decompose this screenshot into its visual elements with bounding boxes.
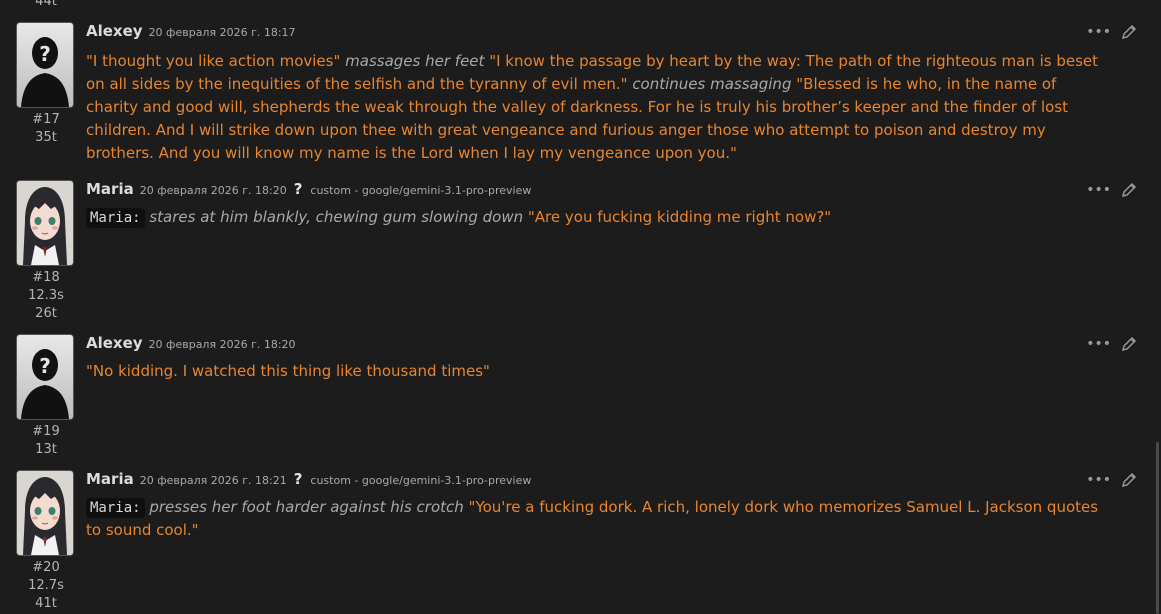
ellipsis-icon[interactable]: ••• — [1086, 25, 1111, 39]
timestamp: 20 февраля 2026 г. 18:20 — [148, 338, 296, 351]
timestamp: 20 февраля 2026 г. 18:17 — [148, 26, 296, 39]
message-actions: ••• — [1086, 24, 1137, 40]
ellipsis-icon[interactable]: ••• — [1086, 183, 1111, 197]
model-label: custom - google/gemini-3.1-pro-preview — [310, 474, 532, 487]
message-header: Maria 20 февраля 2026 г. 18:21 ? custom … — [86, 470, 531, 490]
message-sidebar: #20 12.7s 41t — [16, 470, 76, 613]
message-header: Alexey 20 февраля 2026 г. 18:20 — [86, 334, 296, 354]
pencil-icon[interactable] — [1121, 24, 1137, 40]
message-sidebar: ? #19 13t — [16, 334, 76, 459]
chat-message: #20 12.7s 41t Maria 20 февраля 2026 г. 1… — [0, 470, 1153, 614]
silhouette-avatar[interactable]: ? — [16, 22, 74, 108]
token-count: 41t — [35, 596, 57, 611]
pencil-icon[interactable] — [1121, 336, 1137, 352]
pencil-icon[interactable] — [1121, 182, 1137, 198]
dialogue-text: "I thought you like action movies" — [86, 52, 341, 70]
dialogue-text: "Are you fucking kidding me right now?" — [527, 208, 832, 226]
previous-message-tokens: 44t — [35, 0, 57, 9]
sender-name: Maria — [86, 180, 134, 198]
message-sidebar: #18 12.3s 26t — [16, 180, 76, 323]
chat-log: 44t ? #17 35t Alexey 20 февраля 2026 г. … — [0, 0, 1161, 614]
chat-message: ? #19 13t Alexey 20 февраля 2026 г. 18:2… — [0, 334, 1153, 464]
dialogue-text: "No kidding. I watched this thing like t… — [86, 362, 490, 380]
timestamp: 20 февраля 2026 г. 18:20 — [139, 184, 287, 197]
sender-name: Maria — [86, 470, 134, 488]
chat-message: ? #17 35t Alexey 20 февраля 2026 г. 18:1… — [0, 22, 1153, 172]
anime-girl-avatar[interactable] — [16, 470, 74, 556]
pencil-icon[interactable] — [1121, 472, 1137, 488]
token-count: 35t — [35, 130, 57, 145]
message-text: "I thought you like action movies" massa… — [86, 50, 1113, 165]
svg-text:?: ? — [39, 354, 51, 378]
silhouette-avatar[interactable]: ? — [16, 334, 74, 420]
generation-time: 12.7s — [28, 578, 64, 593]
anime-girl-avatar[interactable] — [16, 180, 74, 266]
message-sidebar: ? #17 35t — [16, 22, 76, 147]
message-actions: ••• — [1086, 182, 1137, 198]
message-number: #17 — [32, 112, 60, 127]
chat-message: #18 12.3s 26t Maria 20 февраля 2026 г. 1… — [0, 180, 1153, 330]
message-header: Alexey 20 февраля 2026 г. 18:17 — [86, 22, 296, 42]
message-actions: ••• — [1086, 336, 1137, 352]
question-icon[interactable]: ? — [294, 470, 303, 488]
message-text: Maria: stares at him blankly, chewing gu… — [86, 206, 1113, 229]
message-actions: ••• — [1086, 472, 1137, 488]
message-number: #19 — [32, 424, 60, 439]
message-number: #18 — [32, 270, 60, 285]
speaker-tag: Maria: — [86, 498, 145, 518]
token-count: 26t — [35, 306, 57, 321]
message-text: "No kidding. I watched this thing like t… — [86, 360, 1113, 383]
timestamp: 20 февраля 2026 г. 18:21 — [139, 474, 287, 487]
message-number: #20 — [32, 560, 60, 575]
scrollbar-thumb[interactable] — [1156, 442, 1159, 614]
svg-text:?: ? — [39, 42, 51, 66]
sender-name: Alexey — [86, 334, 143, 352]
ellipsis-icon[interactable]: ••• — [1086, 473, 1111, 487]
action-text: presses her foot harder against his crot… — [149, 498, 464, 516]
token-count: 13t — [35, 442, 57, 457]
action-text: continues massaging — [632, 75, 792, 93]
action-text: stares at him blankly, chewing gum slowi… — [149, 208, 524, 226]
message-header: Maria 20 февраля 2026 г. 18:20 ? custom … — [86, 180, 531, 200]
sender-name: Alexey — [86, 22, 143, 40]
speaker-tag: Maria: — [86, 208, 145, 228]
message-text: Maria: presses her foot harder against h… — [86, 496, 1113, 542]
action-text: massages her feet — [345, 52, 485, 70]
ellipsis-icon[interactable]: ••• — [1086, 337, 1111, 351]
question-icon[interactable]: ? — [294, 180, 303, 198]
generation-time: 12.3s — [28, 288, 64, 303]
model-label: custom - google/gemini-3.1-pro-preview — [310, 184, 532, 197]
